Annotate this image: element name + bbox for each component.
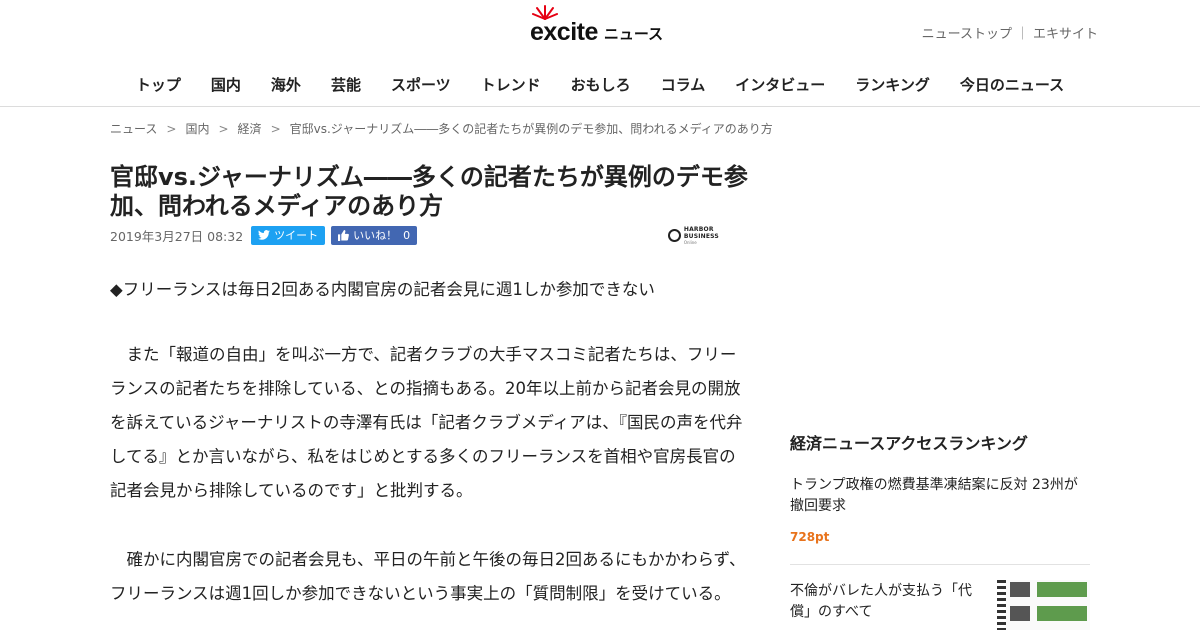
nav-item-trend[interactable]: トレンド — [481, 74, 541, 95]
like-label: いいね！ — [353, 229, 398, 242]
like-button[interactable]: いいね！ 0 — [331, 225, 418, 245]
article-meta: 2019年3月27日 08:32 ツイート いいね！ 0 — [110, 225, 418, 245]
twitter-bird-icon — [258, 230, 271, 240]
nav-item-entertainment[interactable]: 芸能 — [331, 74, 361, 95]
ranking-item-title[interactable]: トランプ政権の燃費基準凍結案に反対 23州が撤回要求 — [790, 475, 1090, 517]
breadcrumb-news[interactable]: ニュース — [110, 122, 157, 136]
ranking-item-title[interactable]: 不倫がバレた人が支払う「代償」のすべて — [790, 581, 990, 623]
excite-site-link[interactable]: エキサイト — [1033, 27, 1098, 42]
logo-text: excite — [530, 18, 598, 46]
nav-item-top[interactable]: トップ — [136, 74, 181, 95]
ranking-item-points: 728pt — [790, 530, 830, 544]
breadcrumb-current: 官邸vs.ジャーナリズム――多くの記者たちが異例のデモ参加、問われるメディアのあ… — [289, 122, 773, 136]
tweet-label: ツイート — [274, 229, 319, 242]
thumbnail-green-block — [1037, 582, 1087, 597]
harbor-emblem-icon — [668, 229, 681, 242]
breadcrumb: ニュース > 国内 > 経済 > 官邸vs.ジャーナリズム――多くの記者たちが異例のデモ参加… — [110, 120, 773, 137]
tweet-button[interactable]: ツイート — [251, 225, 326, 245]
thumbnail-text-column — [997, 580, 1006, 630]
nav-item-today[interactable]: 今日のニュース — [960, 74, 1064, 95]
thumbs-up-icon — [338, 229, 350, 241]
ranking-heading: 経済ニュースアクセスランキング — [790, 434, 1028, 453]
logo-wordmark: excite — [530, 5, 598, 46]
thumbnail-block — [1010, 582, 1030, 597]
news-top-link[interactable]: ニューストップ — [922, 27, 1012, 42]
article-paragraph: また「報道の自由」を叫ぶ一方で、記者クラブの大手マスコミ記者たちは、フリーランス… — [110, 345, 743, 500]
nav-item-overseas[interactable]: 海外 — [271, 74, 301, 95]
source-name: HARBOR BUSINESS — [683, 226, 719, 240]
ranking-item-thumbnail[interactable] — [997, 580, 1090, 630]
breadcrumb-separator: > — [218, 122, 229, 136]
nav-item-sports[interactable]: スポーツ — [391, 74, 451, 95]
thumbnail-block — [1010, 606, 1030, 621]
breadcrumb-separator: > — [270, 122, 281, 136]
thumbnail-green-block — [1037, 606, 1087, 621]
breadcrumb-economy[interactable]: 経済 — [238, 122, 262, 136]
article-title: 官邸vs.ジャーナリズム――多くの記者たちが異例のデモ参加、問われるメディアのあ… — [110, 163, 748, 220]
global-nav: トップ 国内 海外 芸能 スポーツ トレンド おもしろ コラム インタビュー ランキング 今日のニュ… — [0, 74, 1200, 95]
nav-item-interview[interactable]: インタビュー — [735, 74, 825, 95]
nav-item-ranking[interactable]: ランキング — [855, 74, 930, 95]
site-header: excite ニュース ニューストップ｜エキサイト トップ 国内 海外 芸能 スポーツト… — [0, 0, 1200, 107]
ranking-divider — [790, 564, 1090, 565]
logo-burst-icon — [532, 5, 558, 20]
source-sub: Online — [683, 240, 697, 245]
nav-item-column[interactable]: コラム — [661, 74, 706, 95]
article-date: 2019年3月27日 08:32 — [110, 228, 244, 244]
nav-item-domestic[interactable]: 国内 — [211, 74, 241, 95]
article-paragraph: 確かに内閣官房での記者会見も、平日の午前と午後の毎日2回あるにもかかわらず、フリ… — [110, 550, 746, 603]
like-count: 0 — [403, 228, 411, 242]
logo-news-label: ニュース — [603, 25, 664, 43]
article-subhead: ◆フリーランスは毎日2回ある内閣官房の記者会見に週1しか参加できない — [110, 280, 655, 299]
breadcrumb-domestic[interactable]: 国内 — [185, 122, 209, 136]
breadcrumb-separator: > — [166, 122, 177, 136]
link-separator: ｜ — [1015, 27, 1029, 42]
source-logo-text: HARBOR BUSINESS Online — [684, 226, 750, 245]
header-links: ニューストップ｜ エキサイト — [922, 23, 1098, 42]
nav-item-funny[interactable]: おもしろ — [571, 74, 631, 95]
excite-logo[interactable]: excite ニュース — [530, 5, 664, 46]
harbor-business-logo[interactable]: HARBOR BUSINESS Online — [668, 226, 750, 245]
